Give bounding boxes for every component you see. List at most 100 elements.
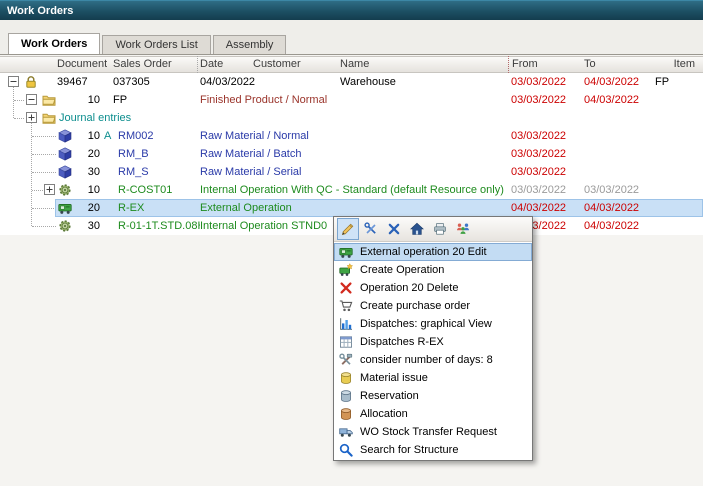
cell-document: 10 (55, 181, 100, 199)
cell-sales-order: R-EX (118, 199, 200, 217)
resources-button[interactable] (452, 218, 474, 240)
machine-icon (339, 245, 355, 259)
tab-work-orders[interactable]: Work Orders (8, 33, 100, 54)
column-header-sales-order[interactable]: Sales Order (113, 57, 193, 72)
menu-item-reservation[interactable]: Reservation (334, 387, 532, 405)
grid-table-icon (339, 335, 355, 349)
cell-date-text: Raw Material / Serial (200, 163, 506, 181)
menu-item-label: External operation 20 Edit (360, 246, 487, 258)
cell-document: 30 (55, 217, 100, 235)
menu-item-create-purchase-order[interactable]: Create purchase order (334, 297, 532, 315)
tools-icon (339, 353, 355, 367)
delete-operation-button[interactable] (383, 218, 405, 240)
x-red-icon (339, 281, 355, 295)
menu-item-wo-stock-transfer-request[interactable]: WO Stock Transfer Request (334, 423, 532, 441)
truck-icon (339, 425, 355, 439)
menu-item-label: Dispatches R-EX (360, 336, 444, 348)
cell-free-text: Journal entries (59, 109, 279, 127)
cell-to: 04/03/2022 (584, 217, 648, 235)
cell-date-text: Finished Product / Normal (200, 91, 506, 109)
menu-item-dispatches-graphical-view[interactable]: Dispatches: graphical View (334, 315, 532, 333)
menu-item-label: Operation 20 Delete (360, 282, 458, 294)
cell-sales-order: R-01-1T.STD.08H (118, 217, 200, 235)
menu-item-search-for-structure[interactable]: Search for Structure (334, 441, 532, 459)
operation-tools-button[interactable] (360, 218, 382, 240)
cell-name: Warehouse (340, 73, 480, 91)
pencil-icon (341, 222, 355, 236)
tab-work-orders-list[interactable]: Work Orders List (102, 35, 210, 54)
menu-item-label: Search for Structure (360, 444, 458, 456)
column-header-date[interactable]: Date (200, 57, 252, 72)
menu-item-label: Reservation (360, 390, 419, 402)
menu-item-label: Dispatches: graphical View (360, 318, 492, 330)
menu-item-dispatches-r-ex[interactable]: Dispatches R-EX (334, 333, 532, 351)
cell-document: 20 (55, 145, 100, 163)
cell-document: 10 (55, 91, 100, 109)
window-titlebar: Work Orders (0, 0, 703, 20)
tab-assembly[interactable]: Assembly (213, 35, 287, 54)
cell-sales-order: FP (113, 91, 195, 109)
menu-item-operation-20-delete[interactable]: Operation 20 Delete (334, 279, 532, 297)
cell-from: 03/03/2022 (511, 73, 575, 91)
cell-document: 10 (55, 127, 100, 145)
grid-header: Document Sales Order DateCustomer Name From T… (0, 56, 703, 73)
menu-item-material-issue[interactable]: Material issue (334, 369, 532, 387)
tree-row-3[interactable]: Journal entries (0, 109, 703, 127)
menu-item-label: consider number of days: 8 (360, 354, 493, 366)
menu-item-label: Create purchase order (360, 300, 470, 312)
tree-row-5[interactable]: 20RM_BRaw Material / Batch03/03/2022 (0, 145, 703, 163)
expander-plus-icon[interactable] (44, 184, 55, 195)
x-blue-icon (387, 222, 401, 236)
people-icon (456, 222, 470, 236)
column-header-name[interactable]: Name (340, 57, 420, 72)
cell-sales-order: R-COST01 (118, 181, 200, 199)
lock-icon (24, 75, 38, 89)
tree-row-8[interactable]: 20R-EXExternal Operation04/03/202204/03/… (0, 199, 703, 217)
cell-document: 39467 (57, 73, 105, 91)
menu-item-create-operation[interactable]: Create Operation (334, 261, 532, 279)
home-button[interactable] (406, 218, 428, 240)
context-menu-toolbar (334, 217, 532, 242)
cell-flag: A (104, 127, 116, 145)
cell-from: 03/03/2022 (511, 181, 575, 199)
cell-date-text: Raw Material / Batch (200, 145, 506, 163)
tree-row-1[interactable]: 3946703730504/03/2022Warehouse03/03/2022… (0, 73, 703, 91)
folder-icon (42, 93, 56, 107)
menu-item-consider-number-of-days-8[interactable]: consider number of days: 8 (334, 351, 532, 369)
column-header-document[interactable]: Document (57, 57, 107, 72)
tree-row-6[interactable]: 30RM_SRaw Material / Serial03/03/2022 (0, 163, 703, 181)
menu-item-label: Material issue (360, 372, 428, 384)
tree-row-2[interactable]: 10FPFinished Product / Normal03/03/20220… (0, 91, 703, 109)
tree-row-4[interactable]: 10RM002ARaw Material / Normal03/03/2022 (0, 127, 703, 145)
cell-to: 04/03/2022 (584, 199, 648, 217)
column-header-item[interactable]: Item (645, 57, 695, 72)
column-header-customer[interactable]: Customer (253, 57, 313, 72)
menu-item-label: Allocation (360, 408, 408, 420)
cell-from: 03/03/2022 (511, 127, 575, 145)
cart-icon (339, 299, 355, 313)
cell-document: 30 (55, 163, 100, 181)
column-divider (197, 56, 198, 73)
expander-plus-icon[interactable] (26, 112, 37, 123)
column-header-to[interactable]: To (584, 57, 638, 72)
machine-print-button[interactable] (429, 218, 451, 240)
folder-icon (42, 111, 56, 125)
tab-bar: Work OrdersWork Orders ListAssembly (0, 34, 703, 55)
expander-minus-icon[interactable] (26, 94, 37, 105)
edit-operation-button[interactable] (337, 218, 359, 240)
context-menu-items: External operation 20 Edit Create Operati… (334, 242, 532, 460)
menu-item-external-operation-20-edit[interactable]: External operation 20 Edit (334, 243, 532, 261)
cell-sales-order: 037305 (113, 73, 195, 91)
home-icon (410, 222, 424, 236)
tree-row-7[interactable]: 10R-COST01Internal Operation With QC - S… (0, 181, 703, 199)
expander-minus-icon[interactable] (8, 76, 19, 87)
search-icon (339, 443, 355, 457)
cell-date-text: External Operation (200, 199, 506, 217)
cell-sales-order: RM_B (118, 145, 200, 163)
cell-sales-order: RM_S (118, 163, 200, 181)
menu-item-allocation[interactable]: Allocation (334, 405, 532, 423)
cell-to: 03/03/2022 (584, 181, 648, 199)
column-header-from[interactable]: From (512, 57, 570, 72)
barchart-icon (339, 317, 355, 331)
cylinder-yellow-icon (339, 371, 355, 385)
